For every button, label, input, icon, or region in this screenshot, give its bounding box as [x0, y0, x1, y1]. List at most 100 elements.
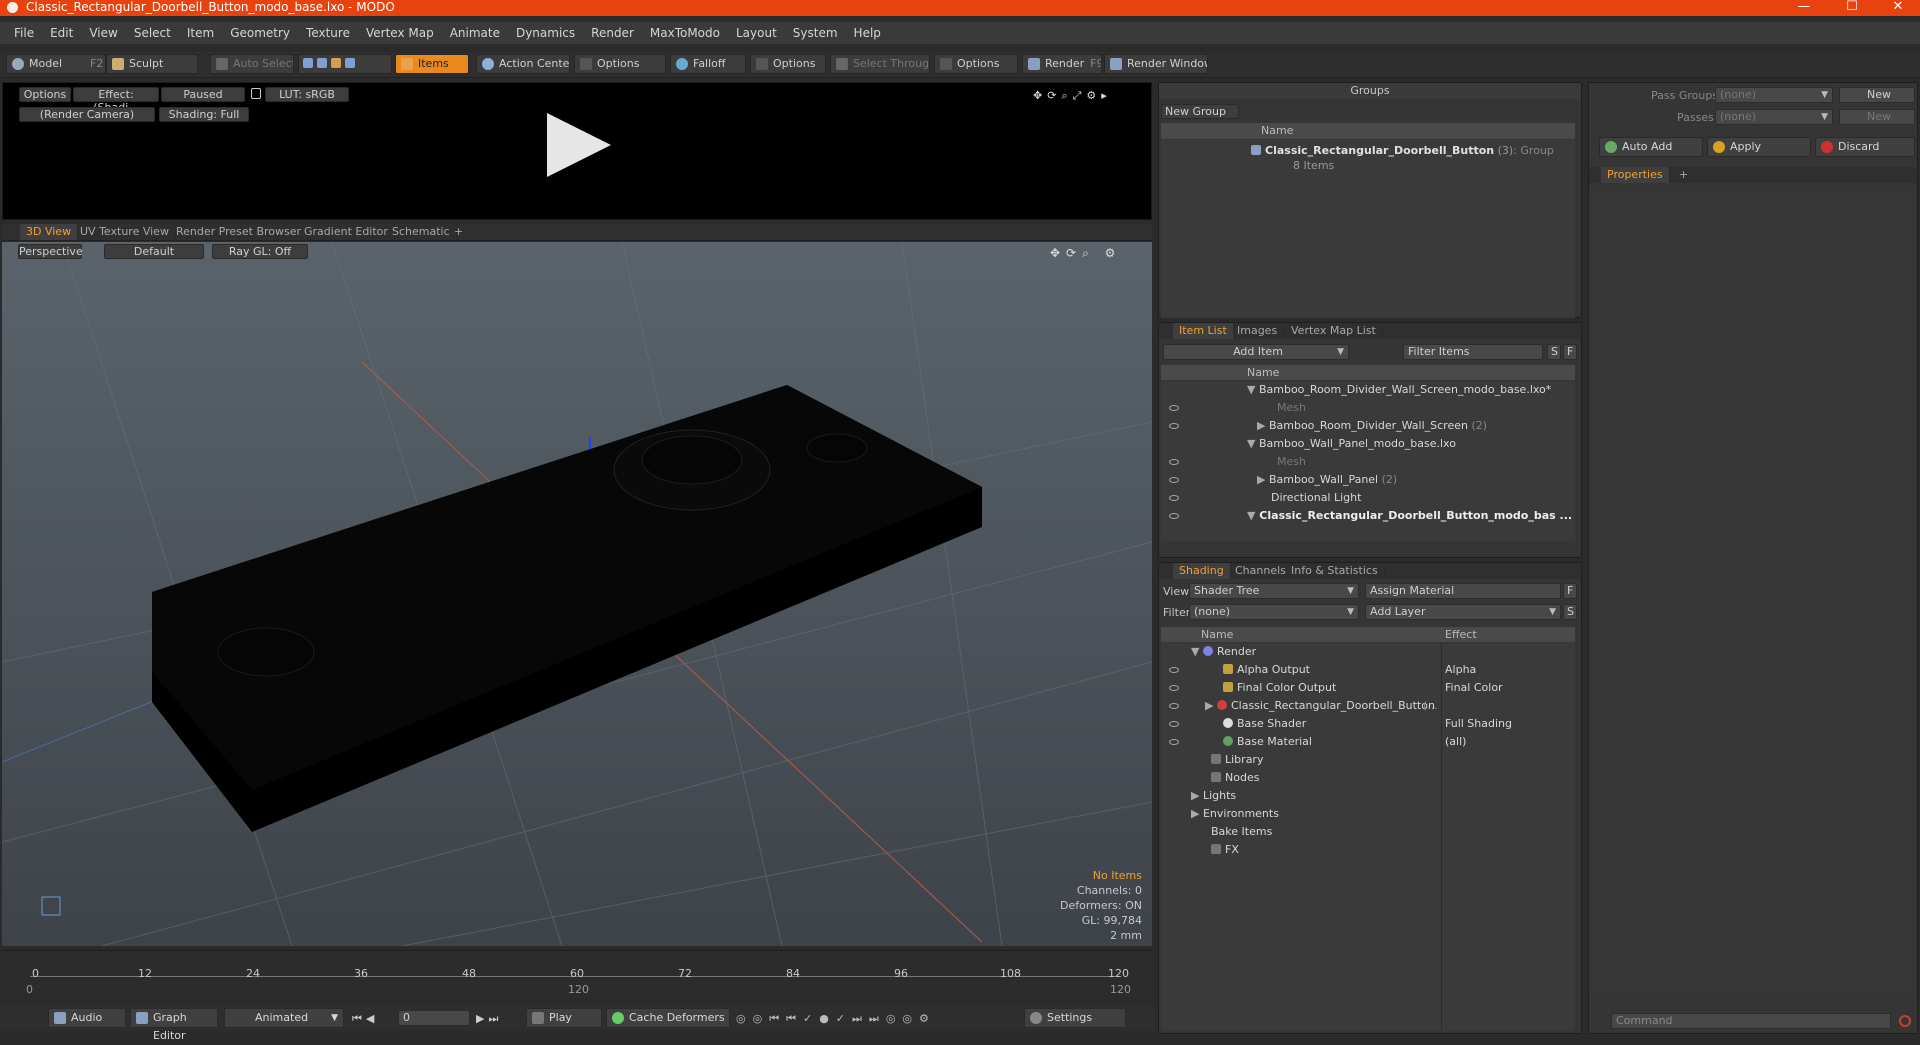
discard-button[interactable]: Discard — [1815, 137, 1915, 157]
perspective-dropdown[interactable]: Perspective — [18, 244, 83, 259]
play-button[interactable]: Play — [526, 1008, 602, 1028]
auto-add-button[interactable]: Auto Add — [1599, 137, 1703, 157]
select-through-options-button[interactable]: Options — [934, 54, 1018, 74]
new-pass-group-button[interactable]: New — [1839, 87, 1915, 103]
view-dropdown[interactable]: Shader Tree ▼ — [1189, 583, 1359, 599]
shader-row[interactable]: Base Shader Full Shading — [1161, 715, 1575, 733]
pass-groups-dropdown[interactable]: (none) ▼ — [1715, 87, 1833, 103]
list-item[interactable]: ▼ Bamboo_Wall_Panel_modo_base.lxo — [1161, 435, 1575, 453]
play-icon[interactable] — [547, 113, 611, 177]
model-mode-button[interactable]: Model F2 — [6, 54, 106, 74]
passes-dropdown[interactable]: (none) ▼ — [1715, 109, 1833, 125]
render-button[interactable]: RenderF9 — [1022, 54, 1102, 74]
list-item[interactable]: Mesh — [1161, 399, 1575, 417]
add-layer-dropdown[interactable]: Add Layer ▼ — [1365, 604, 1561, 620]
edges-icon[interactable] — [317, 58, 327, 68]
filter-dropdown[interactable]: (none) ▼ — [1189, 604, 1359, 620]
tab-info-statistics[interactable]: Info & Statistics — [1285, 563, 1385, 579]
timeline[interactable]: 0 12 24 36 48 60 72 84 96 108 120 0 120 … — [2, 950, 1152, 998]
add-tab-icon[interactable]: + — [448, 224, 469, 240]
key-tool-icons[interactable]: ◎◎⏮⏮✓●✓⏭⏭◎◎⚙ — [736, 1012, 1016, 1026]
select-through-button[interactable]: Select Through — [830, 54, 930, 74]
menu-maxtomodo[interactable]: MaxToModo — [642, 26, 728, 40]
lut-dropdown[interactable]: LUT: sRGB — [265, 87, 349, 102]
viewport-3d[interactable]: Perspective Default Ray GL: Off ✥⟳⌕ ⚙ No… — [2, 242, 1152, 946]
add-tab-icon[interactable]: + — [1673, 167, 1694, 183]
menu-geometry[interactable]: Geometry — [222, 26, 298, 40]
s-toggle-button[interactable]: S — [1547, 344, 1561, 360]
s-toggle-button[interactable]: S — [1563, 604, 1577, 620]
list-item[interactable]: ▼ Bamboo_Room_Divider_Wall_Screen_modo_b… — [1161, 381, 1575, 399]
tab-channels[interactable]: Channels — [1229, 563, 1293, 579]
items-mode-button[interactable]: Items — [395, 54, 469, 74]
materials-icon[interactable] — [345, 58, 355, 68]
tab-uv-texture-view[interactable]: UV Texture View — [74, 224, 176, 240]
group-item[interactable]: Classic_Rectangular_Doorbell_Button (3):… — [1251, 144, 1554, 157]
shader-row[interactable]: Bake Items — [1161, 823, 1575, 841]
tab-vertex-map-list[interactable]: Vertex Map List — [1285, 323, 1383, 339]
tab-schematic[interactable]: Schematic — [386, 224, 457, 240]
raygl-dropdown[interactable]: Ray GL: Off — [212, 244, 308, 259]
menu-animate[interactable]: Animate — [442, 26, 508, 40]
new-group-button[interactable]: New Group — [1161, 104, 1239, 119]
graph-editor-button[interactable]: Graph Editor — [130, 1008, 218, 1042]
vertices-icon[interactable] — [303, 58, 313, 68]
action-center-button[interactable]: Action Center — [476, 54, 570, 74]
sculpt-mode-button[interactable]: Sculpt — [106, 54, 198, 74]
menu-view[interactable]: View — [81, 26, 125, 40]
menu-file[interactable]: File — [6, 26, 42, 40]
menu-select[interactable]: Select — [126, 26, 179, 40]
tab-shading[interactable]: Shading — [1173, 563, 1231, 579]
close-button[interactable]: ✕ — [1876, 0, 1920, 16]
viewport-nav-icons[interactable]: ✥⟳⌕ ⚙ — [1050, 246, 1146, 260]
skip-back-icons[interactable]: ⏮◀ — [352, 1012, 396, 1026]
menu-layout[interactable]: Layout — [728, 26, 785, 40]
shader-row[interactable]: Base Material (all) — [1161, 733, 1575, 751]
menu-render[interactable]: Render — [583, 26, 642, 40]
tab-item-list[interactable]: Item List — [1173, 323, 1234, 339]
menu-system[interactable]: System — [785, 26, 846, 40]
skip-forward-icons[interactable]: ▶⏭ — [476, 1012, 516, 1026]
assign-material-field[interactable]: Assign Material — [1365, 583, 1561, 599]
f-toggle-button[interactable]: F — [1563, 344, 1577, 360]
shader-row-render[interactable]: ▼ Render — [1161, 643, 1575, 661]
shader-row[interactable]: FX — [1161, 841, 1575, 859]
menu-edit[interactable]: Edit — [42, 26, 81, 40]
render-camera-dropdown[interactable]: (Render Camera) — [19, 107, 155, 122]
default-style-dropdown[interactable]: Default — [104, 244, 204, 259]
effect-dropdown[interactable]: Effect: (Shadi... — [73, 87, 159, 114]
apply-button[interactable]: Apply — [1707, 137, 1811, 157]
cache-deformers-button[interactable]: Cache Deformers — [606, 1008, 730, 1028]
new-pass-button[interactable]: New — [1839, 109, 1915, 125]
list-item[interactable]: ▶ Bamboo_Wall_Panel (2) — [1161, 471, 1575, 489]
paused-button[interactable]: Paused — [161, 87, 245, 102]
render-window-button[interactable]: Render Window — [1104, 54, 1208, 74]
animated-dropdown[interactable]: Animated ▼ — [224, 1008, 344, 1028]
auto-select-button[interactable]: Auto Select — [210, 54, 294, 74]
shading-dropdown[interactable]: Shading: Full — [159, 107, 249, 122]
tab-properties[interactable]: Properties — [1601, 167, 1670, 183]
menu-dynamics[interactable]: Dynamics — [508, 26, 583, 40]
shader-row[interactable]: Final Color Output Final Color — [1161, 679, 1575, 697]
falloff-options-button[interactable]: Options — [750, 54, 826, 74]
shader-row[interactable]: Library — [1161, 751, 1575, 769]
menu-texture[interactable]: Texture — [298, 26, 358, 40]
falloff-button[interactable]: Falloff — [670, 54, 746, 74]
preview-options-button[interactable]: Options — [19, 87, 71, 102]
tab-images[interactable]: Images — [1231, 323, 1285, 339]
shader-row[interactable]: Alpha Output Alpha — [1161, 661, 1575, 679]
add-item-dropdown[interactable]: Add Item ▼ — [1163, 344, 1349, 360]
preview-nav-icons[interactable]: ✥⟳⌕⤢⚙▸ — [1033, 89, 1143, 102]
shader-row[interactable]: Nodes — [1161, 769, 1575, 787]
menu-vertex-map[interactable]: Vertex Map — [358, 26, 442, 40]
tab-gradient-editor[interactable]: Gradient Editor — [298, 224, 395, 240]
tab-3d-view[interactable]: 3D View — [20, 224, 79, 240]
list-item[interactable]: ▼ Classic_Rectangular_Doorbell_Button_mo… — [1161, 507, 1575, 525]
maximize-button[interactable]: ☐ — [1830, 0, 1874, 16]
menu-help[interactable]: Help — [846, 26, 889, 40]
audio-button[interactable]: Audio — [48, 1008, 126, 1028]
list-item[interactable]: ▶ Bamboo_Room_Divider_Wall_Screen (2) — [1161, 417, 1575, 435]
settings-button[interactable]: Settings — [1024, 1008, 1126, 1028]
minimize-button[interactable]: — — [1782, 0, 1826, 16]
filter-items-field[interactable]: Filter Items — [1403, 344, 1543, 360]
